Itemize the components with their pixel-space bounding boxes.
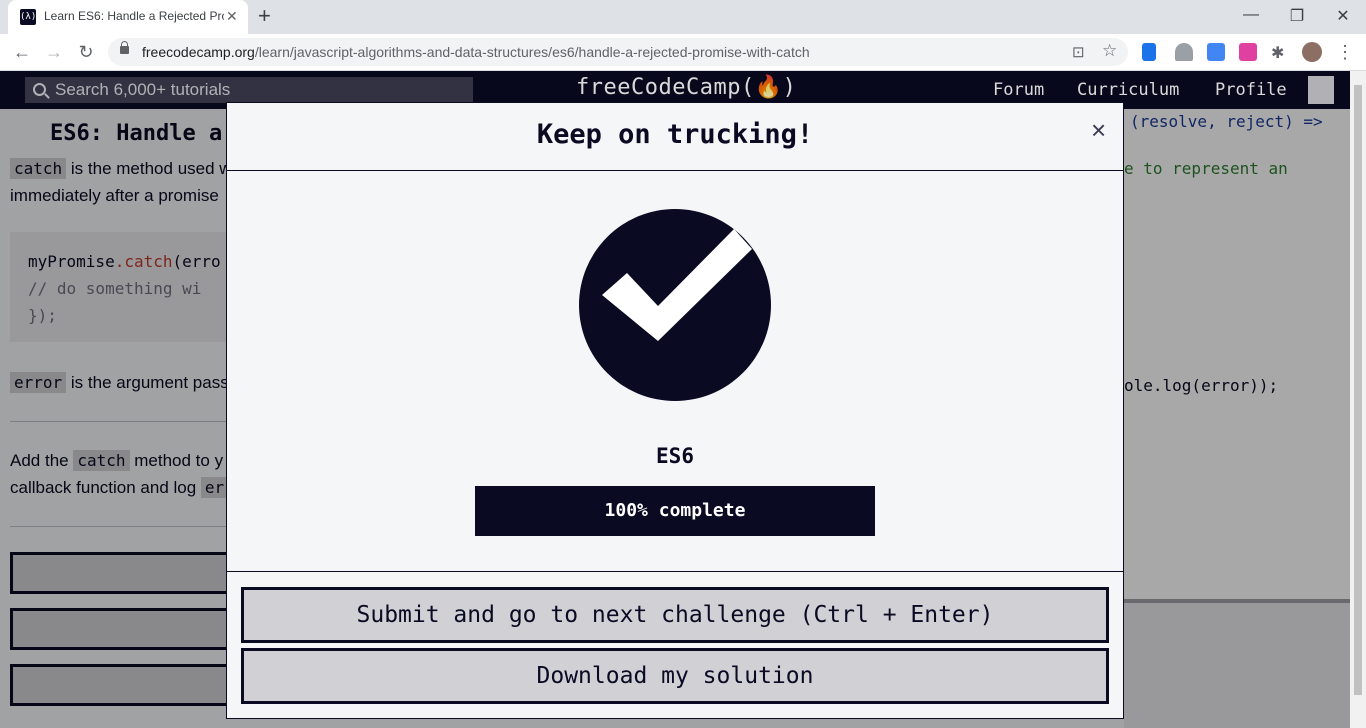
restore-icon[interactable]: ❐ xyxy=(1287,6,1307,26)
translate-icon[interactable]: ⊡ xyxy=(1072,43,1085,61)
download-solution-button[interactable]: Download my solution xyxy=(241,648,1109,704)
browser-tab[interactable]: (λ) Learn ES6: Handle a Rejected Pro ✕ xyxy=(8,0,248,34)
progress-bar: 100% complete xyxy=(475,486,875,536)
back-icon[interactable]: ← xyxy=(11,41,33,63)
browser-toolbar: ← → ↻ freecodecamp.org/learn/javascript-… xyxy=(0,34,1366,71)
extensions-puzzle-icon[interactable]: ✱ xyxy=(1271,43,1284,63)
tab-title: Learn ES6: Handle a Rejected Pro xyxy=(44,9,224,23)
forward-icon[interactable]: → xyxy=(43,41,65,63)
modal-footer-divider xyxy=(227,571,1123,572)
browser-tabstrip: (λ) Learn ES6: Handle a Rejected Pro ✕ +… xyxy=(0,0,1366,34)
scrollbar-thumb[interactable] xyxy=(1354,85,1362,695)
modal-title: Keep on trucking! xyxy=(536,119,814,150)
close-icon[interactable]: × xyxy=(1091,117,1106,143)
minimize-icon[interactable]: — xyxy=(1241,6,1261,24)
url-text[interactable]: freecodecamp.org/learn/javascript-algori… xyxy=(142,44,810,60)
google-translate-extension-icon[interactable] xyxy=(1207,43,1225,61)
modal-header-divider xyxy=(227,170,1123,171)
checkmark-icon xyxy=(579,209,771,401)
browser-menu-icon[interactable]: ⋮ xyxy=(1334,41,1356,63)
address-bar[interactable]: freecodecamp.org/learn/javascript-algori… xyxy=(108,38,1128,66)
new-tab-icon[interactable]: + xyxy=(258,4,271,28)
profile-avatar[interactable] xyxy=(1302,42,1322,62)
block-name: ES6 xyxy=(656,444,694,468)
bookmark-star-icon[interactable]: ☆ xyxy=(1102,41,1117,61)
fcc-favicon-icon: (λ) xyxy=(20,9,36,25)
drive-extension-icon[interactable] xyxy=(1175,43,1193,61)
tab-close-icon[interactable]: ✕ xyxy=(226,8,238,25)
extension-id-icon[interactable] xyxy=(1142,43,1156,61)
completion-modal: Keep on trucking! × ES6 100% complete Su… xyxy=(226,102,1124,719)
submit-next-challenge-button[interactable]: Submit and go to next challenge (Ctrl + … xyxy=(241,587,1109,643)
reload-icon[interactable]: ↻ xyxy=(75,41,97,63)
color-extension-icon[interactable] xyxy=(1239,43,1257,61)
progress-label: 100% complete xyxy=(604,500,746,521)
page-scrollbar[interactable] xyxy=(1350,71,1366,728)
window-close-icon[interactable]: ✕ xyxy=(1333,6,1353,26)
lock-icon[interactable] xyxy=(120,41,129,54)
